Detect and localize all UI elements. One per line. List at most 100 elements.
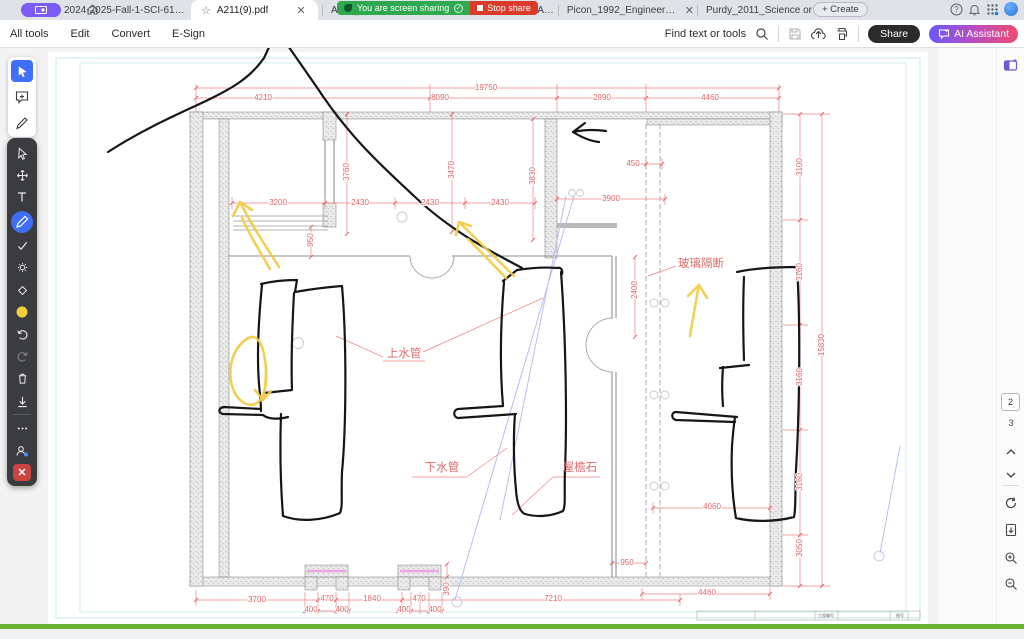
download-button[interactable] — [11, 392, 33, 410]
cursor-tool[interactable] — [11, 144, 33, 162]
create-button[interactable]: + Create — [813, 2, 868, 17]
dimension-label: 19750 — [475, 83, 498, 92]
ai-panel-icon[interactable] — [1003, 58, 1018, 77]
tab-label: Picon_1992_Engineers Syst... — [567, 5, 678, 16]
stop-share-button[interactable]: Stop share — [470, 1, 538, 15]
panel-divider — [1002, 485, 1019, 486]
dimension-label: 15830 — [817, 333, 826, 356]
next-page-button[interactable] — [1005, 466, 1017, 484]
pdf-page-drawing: 1975042108090299044603200243024302430390… — [0, 48, 1024, 624]
ai-assistant-button[interactable]: AI Assistant — [929, 25, 1018, 43]
color-swatch-yellow[interactable] — [11, 303, 33, 321]
zoom-out-button[interactable] — [1004, 577, 1018, 596]
dimension-label: 2430 — [491, 198, 509, 207]
ai-assistant-icon — [938, 28, 950, 40]
search-icon[interactable] — [755, 27, 769, 41]
notifications-bell-icon[interactable] — [968, 3, 981, 16]
draw-tool[interactable] — [11, 112, 33, 134]
checkmark-tool[interactable] — [11, 237, 33, 255]
dimension-label: 8090 — [431, 93, 449, 102]
tab-close-icon[interactable]: ✕ — [296, 4, 305, 17]
select-tool-active[interactable] — [11, 60, 33, 82]
dimension-label: 400 — [335, 605, 349, 614]
save-icon[interactable] — [788, 27, 802, 41]
plan-annotation-label: 下水管 — [425, 460, 460, 474]
star-icon[interactable]: ☆ — [201, 4, 211, 17]
dimension-label: 3760 — [342, 163, 351, 181]
desktop-strip — [0, 629, 1024, 639]
previous-page-button[interactable] — [1005, 443, 1017, 461]
site-favicon-icon — [344, 4, 352, 12]
rotate-page-button[interactable] — [1004, 496, 1018, 515]
dimension-label: 7210 — [544, 594, 562, 603]
ai-assistant-label: AI Assistant — [954, 28, 1009, 40]
add-comment-tool[interactable] — [11, 86, 33, 108]
menu-edit[interactable]: Edit — [71, 28, 90, 40]
browser-tab-strip: 2024-2025-Fall-1-SCI-6121-7053... ☆ A211… — [0, 0, 1024, 20]
document-canvas[interactable]: 1975042108090299044603200243024302430390… — [0, 48, 1024, 624]
screen-share-indicator[interactable] — [21, 3, 61, 17]
scroll-gutter — [938, 48, 996, 624]
dimension-label: 4060 — [703, 502, 721, 511]
dimension-label: 400 — [428, 605, 442, 614]
tab-2-active[interactable]: ☆ A211(9).pdf ✕ — [191, 0, 318, 20]
pdf-page — [48, 52, 928, 624]
stamp-tool[interactable] — [11, 259, 33, 277]
dimension-label: 2990 — [593, 93, 611, 102]
check-icon: ✓ — [454, 4, 463, 13]
dimension-label: 400 — [304, 605, 318, 614]
menu-all-tools[interactable]: All tools — [10, 28, 49, 40]
dimension-label: 2430 — [421, 198, 439, 207]
sharing-message: You are screen sharing — [357, 3, 449, 13]
screen-sharing-banner: You are screen sharing ✓ Stop share — [337, 1, 538, 15]
quick-tools-card — [8, 57, 36, 137]
add-people-button[interactable] — [11, 442, 33, 460]
undo-button[interactable] — [11, 326, 33, 344]
close-annotation-button[interactable] — [13, 464, 31, 481]
dimension-label: 470 — [320, 594, 334, 603]
menu-convert[interactable]: Convert — [112, 28, 151, 40]
title-block-label: 图号 — [896, 612, 904, 618]
upload-cloud-icon[interactable] — [811, 27, 826, 41]
page-number-input[interactable]: 2 — [1001, 393, 1020, 411]
dimension-label: 2430 — [351, 198, 369, 207]
share-label: Share — [880, 28, 908, 40]
display-icon — [35, 6, 47, 15]
eraser-tool[interactable] — [11, 281, 33, 299]
stop-icon — [477, 5, 483, 11]
redo-button[interactable] — [11, 348, 33, 366]
dimension-label: 1840 — [363, 594, 381, 603]
move-tool[interactable] — [11, 166, 33, 184]
right-side-panel: 2 3 — [996, 48, 1024, 624]
acrobat-toolbar: All tools Edit Convert E-Sign Find text … — [0, 20, 1024, 48]
svg-text:?: ? — [954, 5, 959, 14]
fit-page-button[interactable] — [1004, 523, 1017, 542]
tab-5[interactable]: Picon_1992_Engineers Syst... ✕ — [558, 0, 694, 20]
avatar[interactable] — [1004, 2, 1018, 16]
toolbar-divider — [13, 414, 31, 415]
dimension-label: 3200 — [269, 198, 287, 207]
dimension-label: 400 — [397, 605, 411, 614]
dimension-label: 4460 — [701, 93, 719, 102]
help-icon[interactable]: ? — [950, 3, 963, 16]
dimension-label: 3100 — [795, 158, 804, 176]
dimension-label: 450 — [626, 159, 640, 168]
apps-grid-icon[interactable] — [986, 3, 999, 16]
dimension-label: 4460 — [698, 588, 716, 597]
dimension-label: 3830 — [528, 167, 537, 185]
delete-button[interactable] — [11, 370, 33, 388]
share-button[interactable]: Share — [868, 25, 920, 43]
text-tool[interactable] — [11, 188, 33, 206]
find-text-label[interactable]: Find text or tools — [665, 28, 746, 40]
print-icon[interactable] — [835, 27, 849, 41]
dimension-label: 3160 — [795, 263, 804, 281]
dimension-label: 470 — [412, 594, 426, 603]
menu-esign[interactable]: E-Sign — [172, 28, 205, 40]
tab-1[interactable]: 2024-2025-Fall-1-SCI-6121-7053... — [64, 0, 190, 20]
annotation-toolbar — [7, 138, 37, 486]
tab-close-icon[interactable]: ✕ — [685, 4, 694, 17]
zoom-in-button[interactable] — [1004, 551, 1018, 570]
pen-tool-active[interactable] — [11, 211, 33, 233]
dimension-label: 950 — [306, 233, 315, 247]
more-options-button[interactable] — [11, 419, 33, 437]
